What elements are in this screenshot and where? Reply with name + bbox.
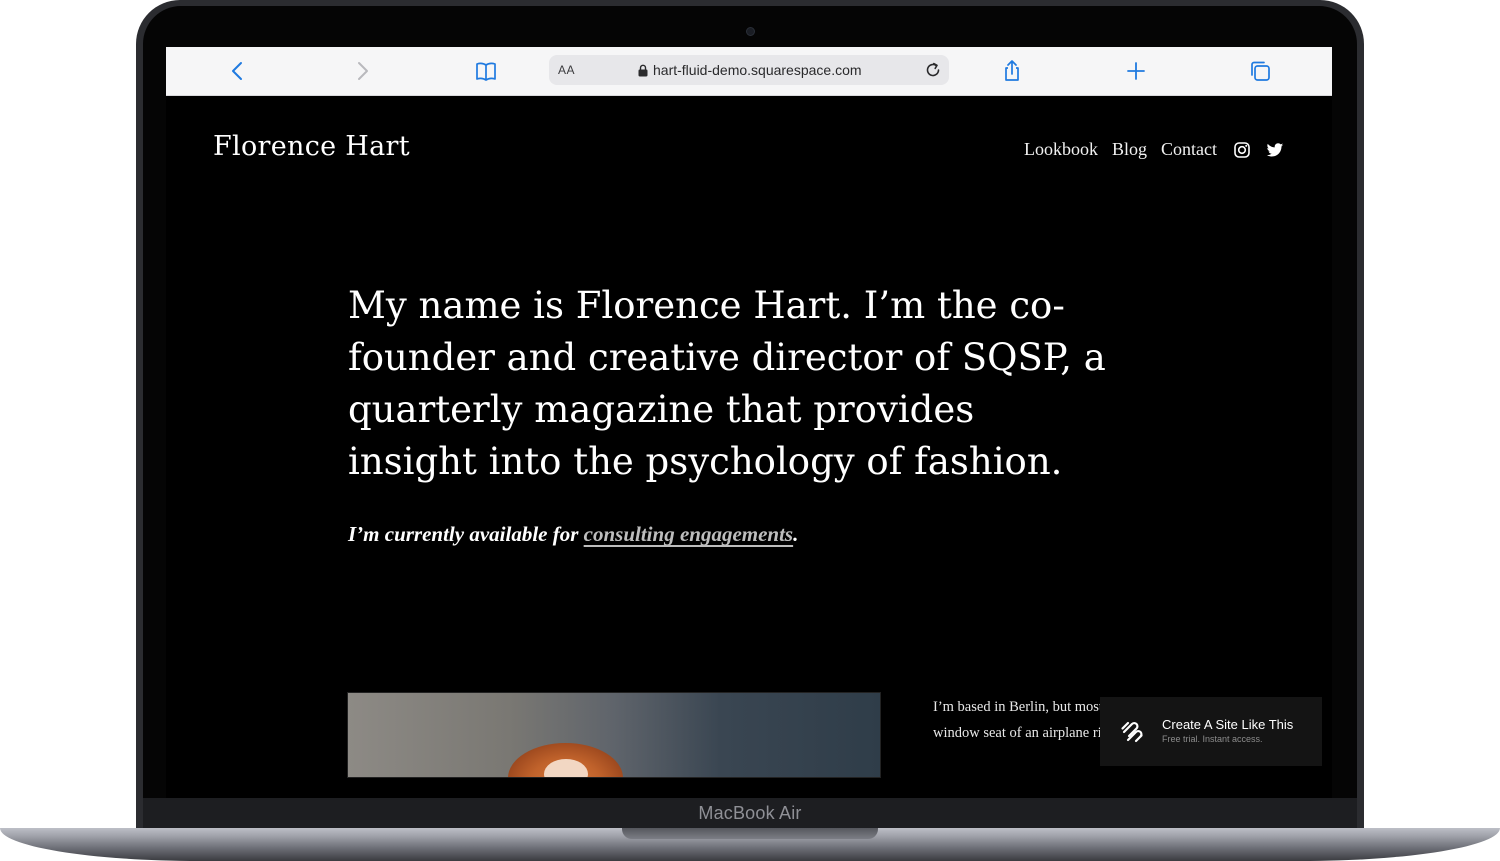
availability-suffix: . xyxy=(793,522,799,546)
browser-screen: AA hart-fluid-demo.squarespace.com Flore… xyxy=(166,47,1332,798)
nav-lookbook[interactable]: Lookbook xyxy=(1024,139,1098,160)
chevron-left-icon[interactable] xyxy=(226,59,250,83)
lock-icon xyxy=(638,64,648,77)
twitter-icon[interactable] xyxy=(1266,141,1284,159)
availability-prefix: I’m currently available for xyxy=(348,522,584,546)
plus-icon[interactable] xyxy=(1124,59,1148,83)
tabs-icon[interactable] xyxy=(1248,59,1272,83)
chevron-right-icon[interactable] xyxy=(350,59,374,83)
consulting-link[interactable]: consulting engagements xyxy=(584,522,793,546)
device-label: MacBook Air xyxy=(698,803,802,823)
site-title[interactable]: Florence Hart xyxy=(213,131,410,162)
portrait-photo xyxy=(347,692,881,778)
squarespace-logo-icon xyxy=(1121,721,1143,743)
badge-subtitle: Free trial. Instant access. xyxy=(1162,734,1263,744)
badge-title: Create A Site Like This xyxy=(1162,717,1294,732)
create-site-badge[interactable]: Create A Site Like This Free trial. Inst… xyxy=(1100,697,1322,766)
bio-line: window seat of an airplane rig xyxy=(933,725,1109,741)
bio-text: I’m based in Berlin, but most window sea… xyxy=(933,694,1123,746)
hero-statement: My name is Florence Hart. I’m the co-fou… xyxy=(348,284,1106,483)
share-icon[interactable] xyxy=(1000,59,1024,83)
reader-settings-button[interactable]: AA xyxy=(558,63,575,77)
bookmarks-icon[interactable] xyxy=(474,59,498,83)
availability-note: I’m currently available for consulting e… xyxy=(348,522,798,547)
browser-toolbar: AA hart-fluid-demo.squarespace.com xyxy=(166,47,1332,96)
address-bar[interactable]: AA hart-fluid-demo.squarespace.com xyxy=(549,55,949,85)
url-text: hart-fluid-demo.squarespace.com xyxy=(653,62,862,78)
camera xyxy=(746,27,755,36)
instagram-icon[interactable] xyxy=(1233,141,1251,159)
nav-blog[interactable]: Blog xyxy=(1112,139,1147,160)
bio-line: I’m based in Berlin, but most xyxy=(933,699,1103,715)
nav-contact[interactable]: Contact xyxy=(1161,139,1217,160)
laptop-notch xyxy=(622,828,878,839)
main-nav: Lookbook Blog Contact xyxy=(1024,139,1217,160)
reload-icon[interactable] xyxy=(924,61,942,79)
